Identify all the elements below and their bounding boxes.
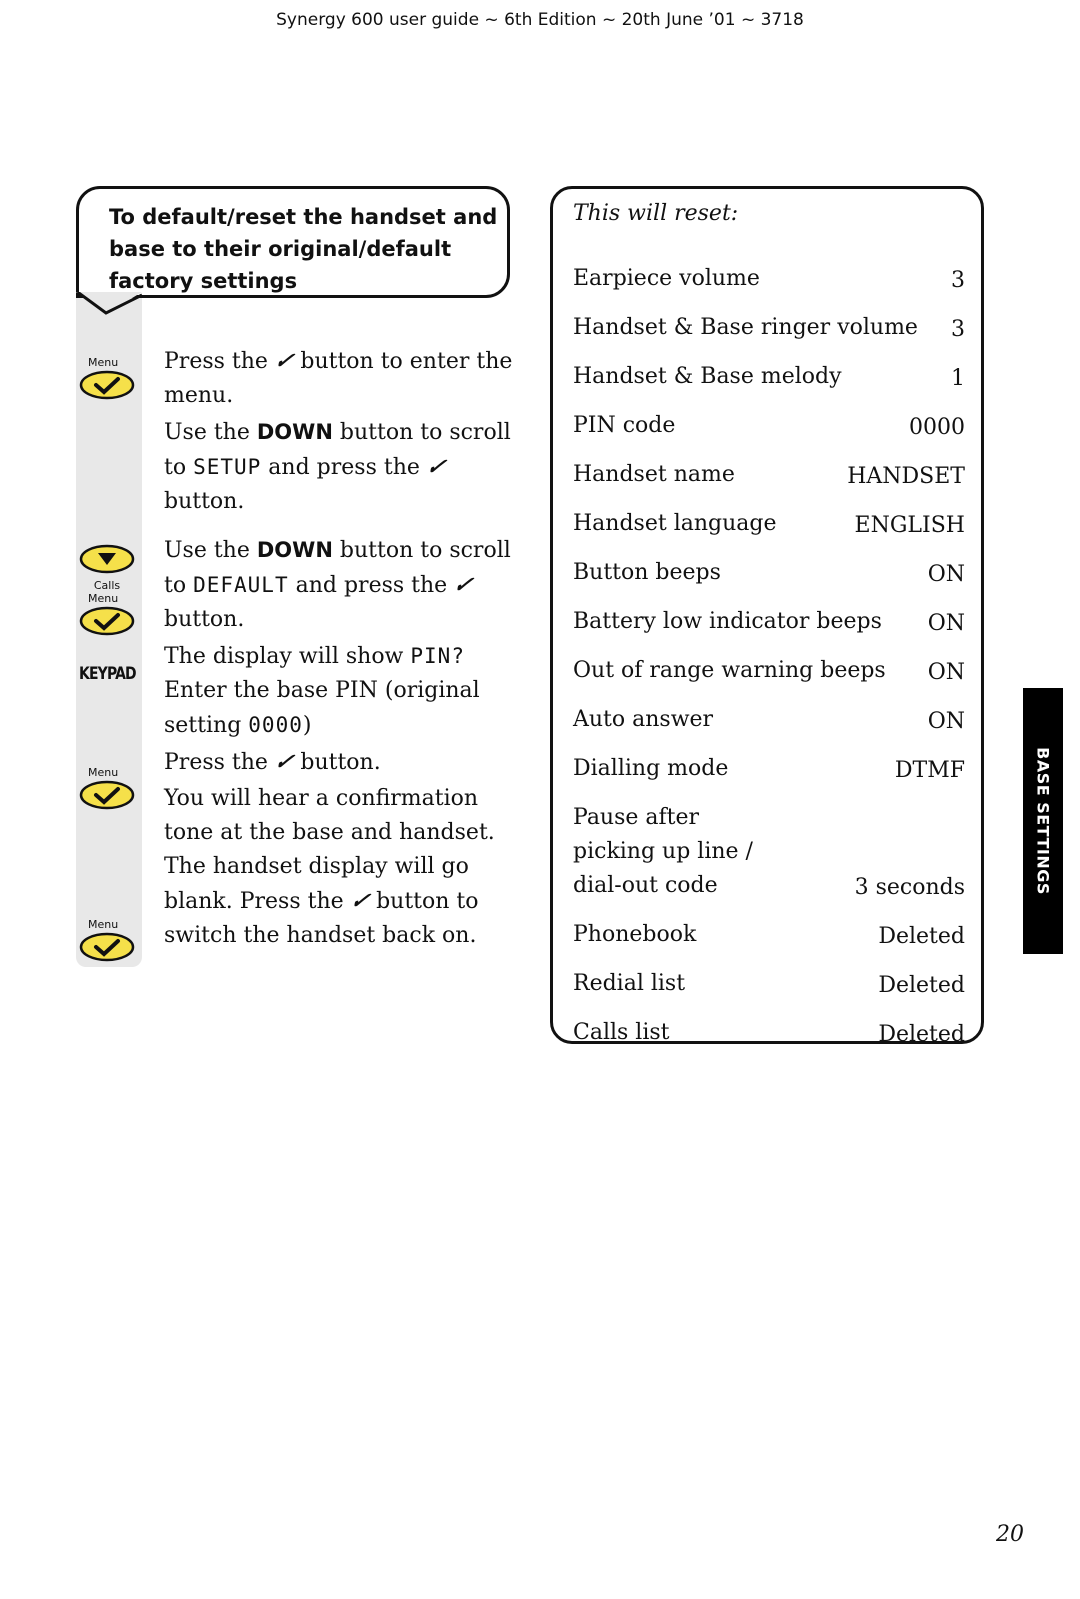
step-text: button. [164,489,245,514]
down-arrow-icon [79,544,135,574]
setting-label: Dialling mode [573,756,729,781]
settings-row: Handset & Base ringer volume 3 [573,296,965,345]
setting-value: Deleted [878,924,965,949]
step-text: The display will show [164,644,411,669]
section-title: To default/reset the handset and base to… [109,201,497,297]
reset-settings-table: Earpiece volume 3 Handset & Base ringer vo… [573,247,965,1050]
setting-label: Phonebook [573,922,697,947]
settings-row: Pause after picking up line / dial-out c… [573,786,965,903]
setting-value: DTMF [894,758,965,783]
check-icon [79,370,135,400]
title-line: factory settings [109,269,298,293]
menu-key-label: Menu [88,918,119,931]
settings-row: Handset name HANDSET [573,443,965,492]
settings-row: Battery low indicator beeps ON [573,590,965,639]
title-line: base to their original/default [109,237,452,261]
setting-value: 3 [951,268,965,293]
setting-label: Pause after picking up line / dial-out c… [573,805,753,898]
setting-label: Handset & Base ringer volume [573,315,918,340]
setting-label: Button beeps [573,560,721,585]
setting-value: 1 [951,366,965,391]
settings-row: Phonebook Deleted [573,903,965,952]
settings-row: Handset language ENGLISH [573,492,965,541]
step-text: and press the [261,455,427,480]
setting-value: Deleted [878,1022,965,1047]
display-text: DEFAULT [193,573,289,597]
setting-label: Battery low indicator beeps [573,609,882,634]
setting-label: Calls list [573,1020,670,1045]
setting-label: Out of range warning beeps [573,658,886,683]
setting-value: ON [927,562,965,587]
running-header: Synergy 600 user guide ~ 6th Edition ~ 2… [276,10,804,30]
menu-key-label: Menu [88,592,119,605]
reset-settings-box: This will reset: Earpiece volume 3 Handset… [550,186,984,1047]
step-text: and press the [288,573,455,598]
setting-value: ON [927,660,965,685]
setting-label: PIN code [573,413,676,438]
title-line: To default/reset the handset and [109,205,498,229]
section-tab[interactable]: BASE SETTINGS [1023,688,1063,954]
setting-label: Handset & Base melody [573,364,842,389]
section-tab-label: BASE SETTINGS [1033,747,1053,895]
page-number: 20 [996,1522,1024,1547]
setting-label: Handset language [573,511,777,536]
setting-label: Redial list [573,971,686,996]
step-4: The display will show PIN? Enter the bas… [164,639,524,743]
setting-value: ENGLISH [854,513,965,538]
step-text: Press the [164,750,275,775]
reset-title: This will reset: [573,201,739,226]
step-1: Press the ✓ button to enter the menu. [164,344,524,413]
setting-value: ON [927,611,965,636]
setting-value: HANDSET [847,464,965,489]
step-text: Press the [164,349,275,374]
menu-key-1: Menu [78,356,136,405]
step-text: Enter the base PIN (original setting [164,678,480,738]
check-icon [79,932,135,962]
setting-value: 3 seconds [854,875,965,900]
setting-label: Earpiece volume [573,266,760,291]
setting-value: ON [927,709,965,734]
menu-key-3: Menu [78,766,136,815]
check-icon [79,606,135,636]
settings-row: Earpiece volume 3 [573,247,965,296]
setting-value: 3 [951,317,965,342]
setting-value: 0000 [909,415,965,440]
menu-key-4: Menu [78,918,136,967]
step-2: Use the DOWN button to scroll to SETUP a… [164,415,524,519]
key-name: DOWN [256,538,333,562]
setting-label: Handset name [573,462,735,487]
settings-row: Auto answer ON [573,688,965,737]
step-text: Use the [164,538,257,563]
settings-row: Button beeps ON [573,541,965,590]
step-3: Use the DOWN button to scroll to DEFAULT… [164,533,524,637]
key-name: DOWN [256,420,333,444]
settings-row: Dialling mode DTMF [573,737,965,786]
setting-value: Deleted [878,973,965,998]
step-5: Press the ✓ button. [164,745,524,780]
callout-pointer [76,292,143,315]
settings-row: PIN code 0000 [573,394,965,443]
setting-label: Auto answer [573,707,714,732]
settings-row: Handset & Base melody 1 [573,345,965,394]
step-6: You will hear a confirmation tone at the… [164,782,524,953]
menu-key-label: Menu [88,356,119,369]
menu-key-label: Menu [88,766,119,779]
settings-row: Redial list Deleted [573,952,965,1001]
display-text: 0000 [248,713,303,737]
section-title-box: To default/reset the handset and base to… [76,186,510,298]
instruction-steps: Press the ✓ button to enter the menu. Us… [164,344,524,955]
step-text: Use the [164,420,257,445]
calls-key-label: Calls [93,579,121,592]
step-text: button. [293,750,381,775]
settings-row: Out of range warning beeps ON [573,639,965,688]
step-text: button. [164,607,245,632]
display-text: PIN? [410,644,465,668]
step-text: ) [302,713,312,738]
check-icon [79,780,135,810]
down-key: Calls Menu [78,543,136,641]
keypad-label: KEYPAD [79,664,137,684]
display-text: SETUP [193,455,262,479]
settings-row: Calls list Deleted [573,1001,965,1050]
